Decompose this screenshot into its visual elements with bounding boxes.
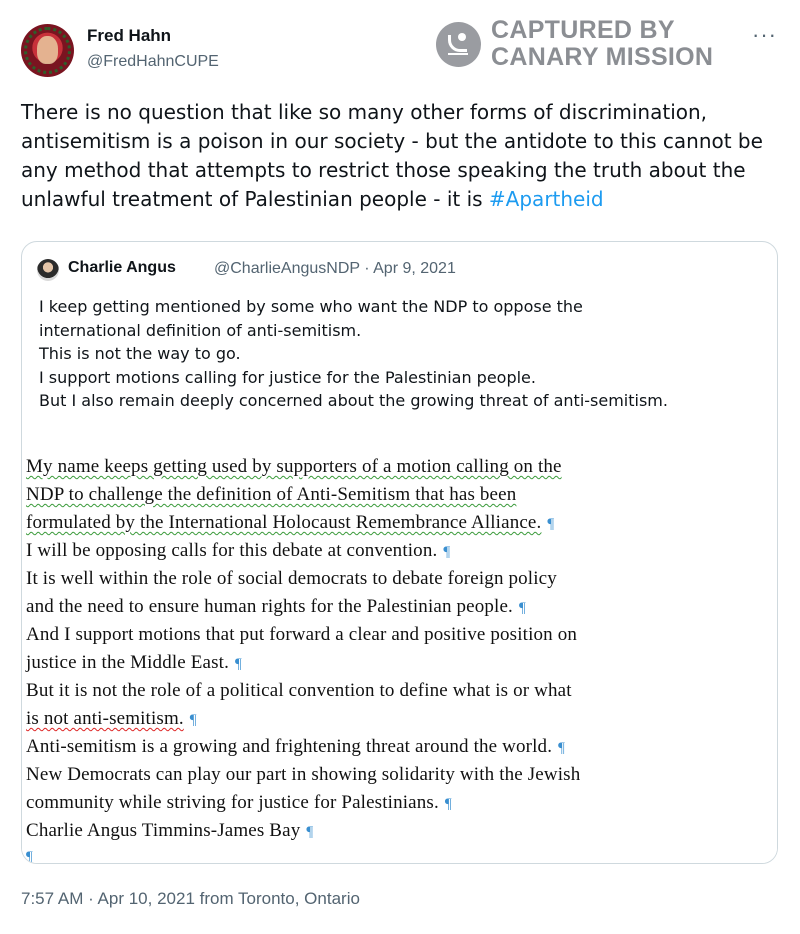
document-line: Charlie Angus Timmins-James Bay ¶: [26, 820, 314, 841]
canary-mission-watermark: CAPTURED BY CANARY MISSION: [436, 16, 714, 71]
document-line: NDP to challenge the definition of Anti-…: [26, 484, 517, 505]
author-handle[interactable]: @FredHahnCUPE: [87, 53, 219, 71]
document-line: ¶: [26, 845, 33, 864]
canary-bird-icon: [436, 21, 481, 67]
document-line: New Democrats can play our part in showi…: [26, 764, 581, 785]
pilcrow-mark: ¶: [558, 740, 566, 756]
quoted-text-line: I keep getting mentioned by some who wan…: [39, 297, 583, 316]
quoted-text-line: This is not the way to go.: [39, 344, 241, 363]
quoted-author-avatar[interactable]: [37, 259, 59, 281]
watermark-text: CAPTURED BY CANARY MISSION: [491, 16, 714, 71]
pilcrow-mark: ¶: [189, 712, 197, 728]
quoted-text-line: But I also remain deeply concerned about…: [39, 391, 668, 410]
quoted-text-line: international definition of anti-semitis…: [39, 320, 362, 340]
quoted-tweet-card[interactable]: Charlie Angus @CharlieAngusNDP · Apr 9, …: [21, 241, 778, 864]
document-line: But it is not the role of a political co…: [26, 680, 572, 701]
document-line: justice in the Middle East. ¶: [26, 652, 242, 673]
document-line: And I support motions that put forward a…: [26, 624, 577, 645]
document-line: is not anti-semitism. ¶: [26, 708, 197, 729]
document-line: I will be opposing calls for this debate…: [26, 540, 451, 561]
tweet-text: There is no question that like so many o…: [21, 98, 781, 214]
quoted-tweet-text: I keep getting mentioned by some who wan…: [39, 295, 769, 413]
attached-document-image[interactable]: My name keeps getting used by supporters…: [22, 449, 777, 864]
pilcrow-mark: ¶: [26, 849, 33, 864]
author-display-name[interactable]: Fred Hahn: [87, 26, 171, 46]
author-avatar[interactable]: [21, 24, 74, 77]
pilcrow-mark: ¶: [547, 516, 555, 532]
document-line: formulated by the International Holocaus…: [26, 512, 555, 533]
quoted-author-name[interactable]: Charlie Angus: [68, 259, 176, 277]
pilcrow-mark: ¶: [306, 824, 314, 840]
document-line: Anti-semitism is a growing and frighteni…: [26, 736, 566, 757]
pilcrow-mark: ¶: [518, 600, 526, 616]
pilcrow-mark: ¶: [443, 544, 451, 560]
document-line: and the need to ensure human rights for …: [26, 596, 526, 617]
quoted-author-meta: @CharlieAngusNDP · Apr 9, 2021: [214, 260, 456, 277]
pilcrow-mark: ¶: [234, 656, 242, 672]
pilcrow-mark: ¶: [444, 796, 452, 812]
hashtag-link[interactable]: #Apartheid: [489, 187, 604, 211]
avatar-figure: [37, 36, 58, 64]
more-options-icon[interactable]: ···: [752, 22, 777, 48]
quoted-text-line: I support motions calling for justice fo…: [39, 367, 536, 387]
document-line: It is well within the role of social dem…: [26, 568, 557, 589]
tweet-timestamp[interactable]: 7:57 AM · Apr 10, 2021 from Toronto, Ont…: [21, 889, 360, 909]
document-line: My name keeps getting used by supporters…: [26, 456, 562, 477]
document-line: community while striving for justice for…: [26, 792, 452, 813]
tweet-body: There is no question that like so many o…: [21, 100, 763, 211]
